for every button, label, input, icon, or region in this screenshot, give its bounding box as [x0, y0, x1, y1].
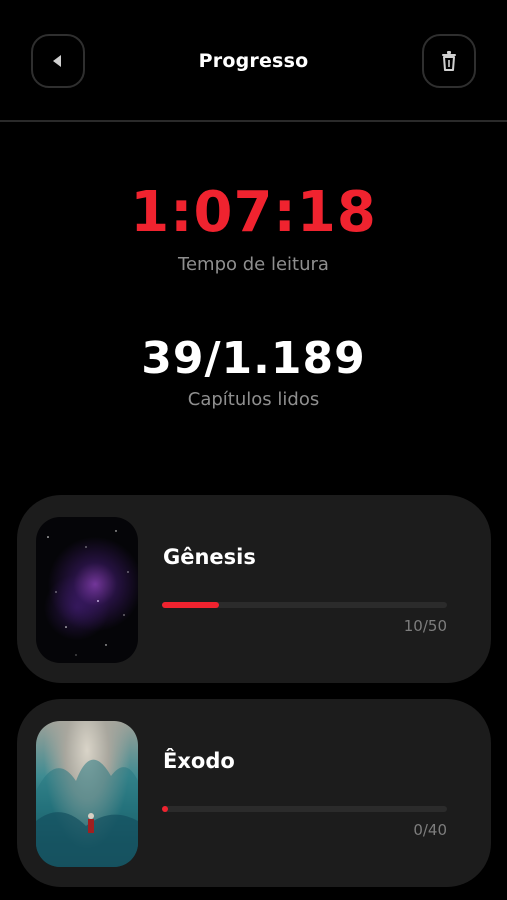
book-card-exodus[interactable]: Êxodo 0/40 [17, 699, 491, 887]
book-cover-image [36, 517, 138, 663]
progress-fill [162, 602, 219, 608]
progress-bar [162, 806, 447, 812]
book-title: Gênesis [163, 545, 256, 569]
progress-fill [162, 806, 168, 812]
book-card-genesis[interactable]: Gênesis 10/50 [17, 495, 491, 683]
reading-time-label: Tempo de leitura [178, 254, 329, 275]
chapter-count: 10/50 [403, 617, 447, 635]
book-cover-image [36, 721, 138, 867]
chapter-count: 0/40 [413, 821, 447, 839]
delete-button[interactable] [422, 34, 476, 88]
book-title: Êxodo [163, 749, 235, 773]
header: Progresso [0, 0, 507, 122]
reading-time-value: 1:07:18 [130, 180, 377, 245]
chapters-read-label: Capítulos lidos [187, 389, 320, 410]
header-divider [0, 120, 507, 122]
progress-bar [162, 602, 447, 608]
chapters-read-value: 39/1.189 [141, 333, 366, 384]
trash-icon [442, 51, 456, 71]
